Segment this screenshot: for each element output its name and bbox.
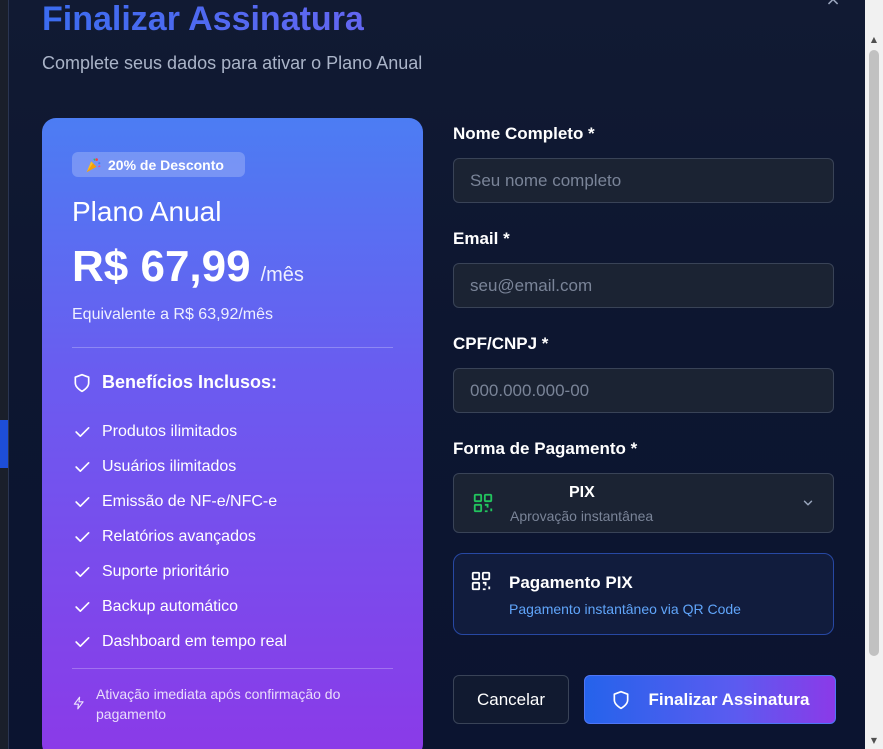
activation-note: Ativação imediata após confirmação do pa… <box>72 684 372 724</box>
finalize-subscription-label: Finalizar Assinatura <box>648 689 810 709</box>
modal-title: Finalizar Assinatura <box>42 0 364 38</box>
benefits-heading: Benefícios Inclusos: <box>72 372 277 393</box>
check-icon <box>75 426 90 437</box>
qr-code-icon <box>471 571 491 591</box>
benefit-label: Suporte prioritário <box>102 562 230 580</box>
check-icon <box>75 531 90 542</box>
email-input[interactable] <box>453 263 834 308</box>
cpf-label: CPF/CNPJ * <box>453 334 549 353</box>
finalize-subscription-button[interactable]: Finalizar Assinatura <box>584 675 836 724</box>
name-input[interactable] <box>453 158 834 203</box>
party-popper-icon <box>86 157 101 172</box>
benefit-label: Backup automático <box>102 597 239 615</box>
chevron-down-icon <box>803 500 813 506</box>
shield-icon <box>74 373 90 392</box>
scrollbar[interactable]: ▲ ▼ <box>865 0 883 749</box>
benefit-label: Produtos ilimitados <box>102 422 238 440</box>
shield-icon <box>613 690 629 709</box>
plan-price: R$ 67,99 <box>72 242 251 291</box>
modal-subtitle: Complete seus dados para ativar o Plano … <box>42 53 423 73</box>
plan-card: 20% de Desconto Plano Anual R$ 67,99 /mê… <box>42 118 423 749</box>
discount-badge: 20% de Desconto <box>72 152 245 177</box>
payment-selected-sub: Aprovação instantânea <box>510 508 654 524</box>
cancel-button[interactable]: Cancelar <box>453 675 569 724</box>
close-icon[interactable]: × <box>823 0 843 9</box>
benefit-item: Relatórios avançados <box>72 519 287 554</box>
qr-code-icon <box>473 493 493 513</box>
backdrop-highlight <box>0 420 8 468</box>
benefit-item: Backup automático <box>72 589 287 624</box>
payment-label: Forma de Pagamento * <box>453 439 638 458</box>
benefit-item: Dashboard em tempo real <box>72 624 287 659</box>
benefit-label: Usuários ilimitados <box>102 457 237 475</box>
check-icon <box>75 461 90 472</box>
activation-text: Ativação imediata após confirmação do pa… <box>96 686 341 722</box>
plan-period: /mês <box>260 264 304 286</box>
benefit-item: Emissão de NF-e/NFC-e <box>72 484 287 519</box>
scrollbar-thumb[interactable] <box>869 50 879 656</box>
benefit-item: Produtos ilimitados <box>72 414 287 449</box>
benefit-label: Relatórios avançados <box>102 527 256 545</box>
check-icon <box>75 636 90 647</box>
check-icon <box>75 566 90 577</box>
payment-selected: PIX <box>569 484 595 501</box>
benefit-item: Usuários ilimitados <box>72 449 287 484</box>
benefits-list: Produtos ilimitados Usuários ilimitados … <box>72 414 287 659</box>
divider <box>72 347 393 348</box>
benefits-title: Benefícios Inclusos: <box>102 372 278 392</box>
price-row: R$ 67,99 /mês <box>72 242 304 292</box>
lightning-icon <box>73 696 84 710</box>
scroll-up-arrow-icon[interactable]: ▲ <box>865 32 883 48</box>
divider <box>72 668 393 669</box>
scroll-down-arrow-icon[interactable]: ▼ <box>865 733 883 749</box>
payment-method-select[interactable]: PIX Aprovação instantânea <box>453 473 834 533</box>
checkout-modal: × Finalizar Assinatura Complete seus dad… <box>8 0 883 749</box>
benefit-label: Emissão de NF-e/NFC-e <box>102 492 278 510</box>
pix-info-subtitle: Pagamento instantâneo via QR Code <box>509 601 741 617</box>
pix-info-box: Pagamento PIX Pagamento instantâneo via … <box>453 553 834 635</box>
pix-info-title: Pagamento PIX <box>509 573 633 592</box>
benefit-item: Suporte prioritário <box>72 554 287 589</box>
discount-badge-text: 20% de Desconto <box>108 156 224 173</box>
check-icon <box>75 496 90 507</box>
check-icon <box>75 601 90 612</box>
benefit-label: Dashboard em tempo real <box>102 632 287 650</box>
plan-name: Plano Anual <box>72 196 222 227</box>
cpf-input[interactable] <box>453 368 834 413</box>
name-label: Nome Completo * <box>453 124 595 143</box>
email-label: Email * <box>453 229 510 248</box>
plan-equivalent: Equivalente a R$ 63,92/mês <box>72 306 274 323</box>
